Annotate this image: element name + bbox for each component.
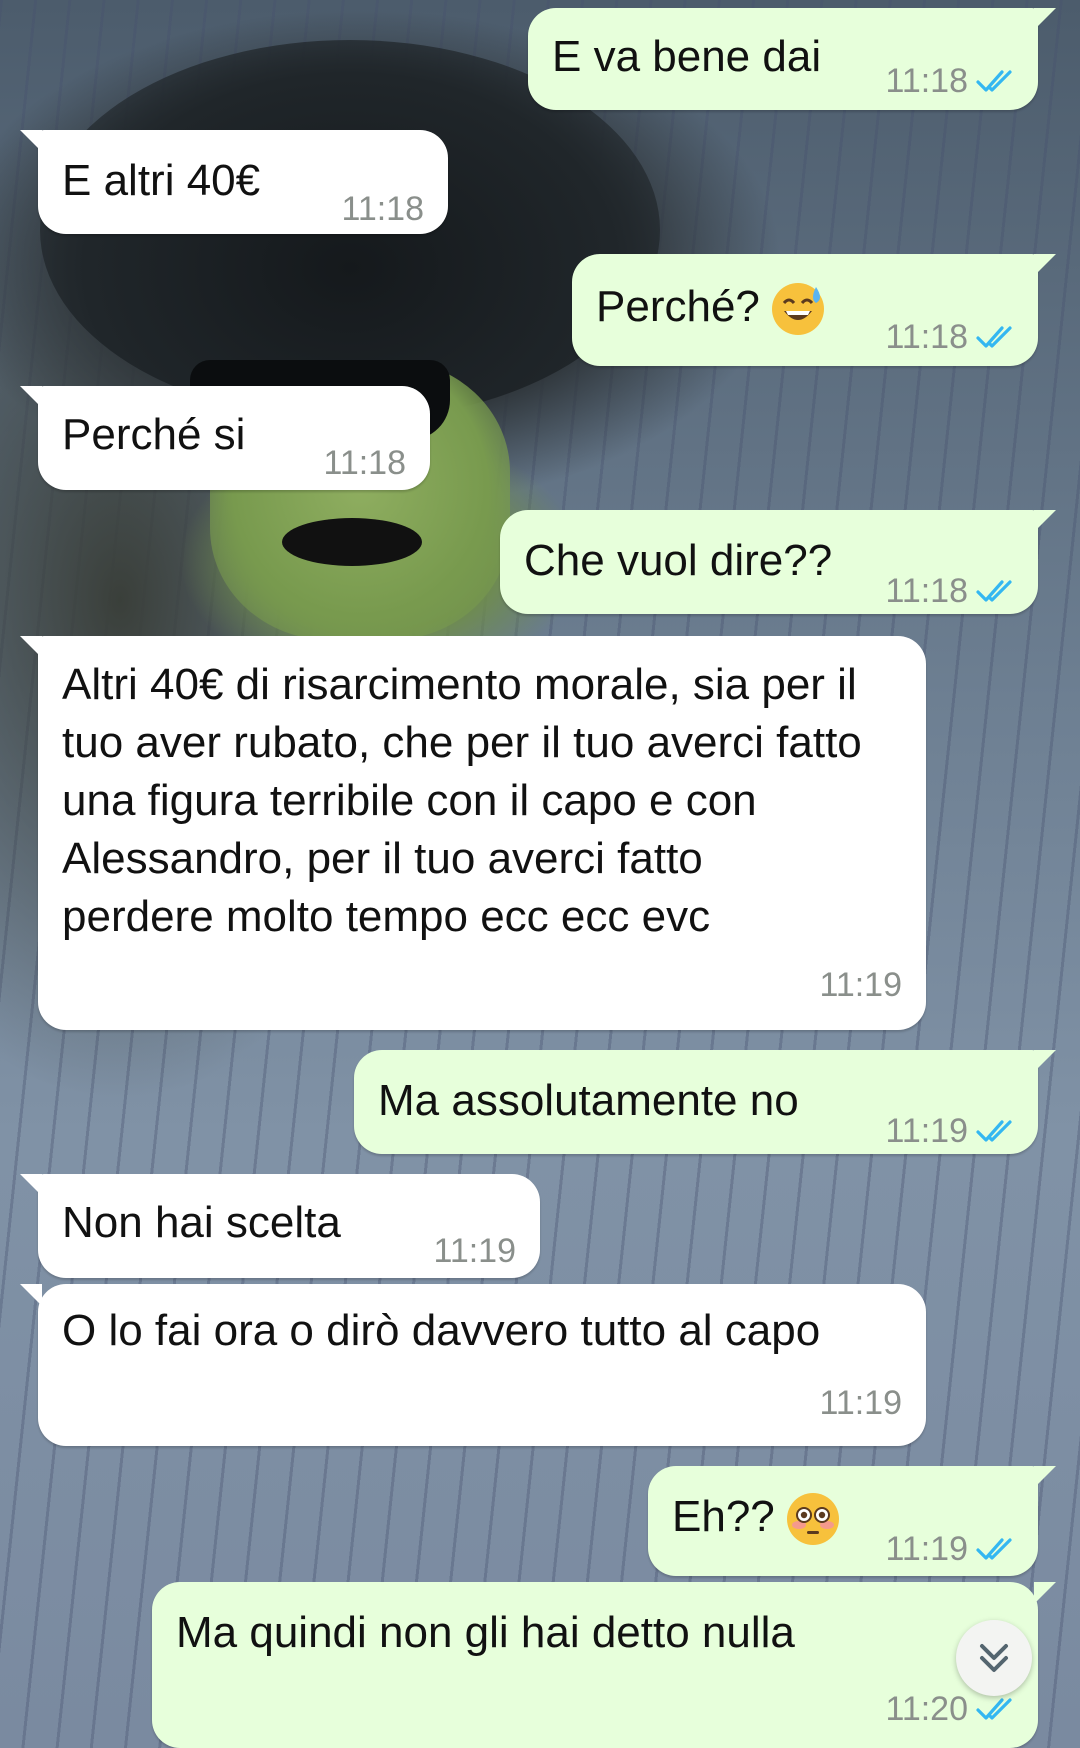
- message-time: 11:18: [323, 444, 406, 482]
- double-check-icon: [976, 1538, 1012, 1560]
- message-text: O lo fai ora o dirò davvero tutto al cap…: [62, 1306, 821, 1355]
- outgoing-message[interactable]: Ma assolutamente no 11:19: [354, 1050, 1056, 1154]
- flushed-emoji: [786, 1493, 839, 1546]
- double-chevron-down-icon: [980, 1644, 1008, 1672]
- double-check-icon: [976, 1120, 1012, 1142]
- message-text: E altri 40€: [62, 156, 261, 205]
- message-text: E va bene dai: [552, 32, 822, 81]
- message-meta: 11:19: [433, 1222, 516, 1280]
- message-text: Ma assolutamente no: [378, 1076, 799, 1125]
- message-text: Non hai scelta: [62, 1198, 341, 1247]
- incoming-message[interactable]: O lo fai ora o dirò davvero tutto al cap…: [20, 1284, 926, 1446]
- incoming-message[interactable]: E altri 40€ 11:18: [20, 130, 448, 234]
- message-time: 11:18: [341, 190, 424, 228]
- message-text: Perché?: [596, 278, 826, 337]
- outgoing-message[interactable]: Che vuol dire?? 11:18: [500, 510, 1056, 614]
- outgoing-message[interactable]: Ma quindi non gli hai detto nulla 11:20: [152, 1582, 1056, 1748]
- double-check-icon: [976, 326, 1012, 348]
- message-time: 11:19: [819, 966, 902, 1004]
- message-meta: 11:19: [819, 956, 902, 1014]
- message-time: 11:19: [885, 1530, 968, 1568]
- incoming-message[interactable]: Non hai scelta 11:19: [20, 1174, 540, 1280]
- sweat-smile-emoji: [771, 283, 824, 336]
- message-text: Perché si: [62, 410, 246, 459]
- message-time: 11:18: [885, 318, 968, 356]
- double-check-icon: [976, 580, 1012, 602]
- message-text: Ma quindi non gli hai detto nulla: [176, 1608, 795, 1657]
- message-text: Eh??: [672, 1488, 841, 1547]
- incoming-message[interactable]: Perché si 11:18: [20, 386, 430, 492]
- message-meta: 11:18: [341, 180, 424, 238]
- message-time: 11:18: [885, 572, 968, 610]
- message-time: 11:19: [433, 1232, 516, 1270]
- message-meta: 11:19: [819, 1374, 902, 1432]
- scroll-to-bottom-button[interactable]: [956, 1620, 1032, 1696]
- message-meta: 11:18: [323, 434, 406, 492]
- message-meta: 11:18: [885, 562, 1016, 620]
- double-check-icon: [976, 70, 1012, 92]
- double-check-icon: [976, 1698, 1012, 1720]
- message-meta: 11:18: [885, 52, 1016, 110]
- message-text: Che vuol dire??: [524, 536, 833, 585]
- message-time: 11:20: [885, 1690, 968, 1728]
- message-time: 11:19: [885, 1112, 968, 1150]
- outgoing-message[interactable]: Perché? 11:18: [572, 254, 1056, 366]
- message-text: Altri 40€ di risarcimento morale, sia pe…: [62, 660, 862, 941]
- message-meta: 11:19: [885, 1520, 1016, 1578]
- outgoing-message[interactable]: Eh?? 11:19: [648, 1466, 1056, 1578]
- message-meta: 11:19: [885, 1102, 1016, 1160]
- message-list[interactable]: E va bene dai 11:18 E altri 40€ 11:18 Pe…: [0, 0, 1080, 1748]
- message-time: 11:18: [885, 62, 968, 100]
- incoming-message[interactable]: Altri 40€ di risarcimento morale, sia pe…: [20, 636, 926, 1030]
- message-time: 11:19: [819, 1384, 902, 1422]
- outgoing-message[interactable]: E va bene dai 11:18: [528, 8, 1056, 110]
- message-meta: 11:18: [885, 308, 1016, 366]
